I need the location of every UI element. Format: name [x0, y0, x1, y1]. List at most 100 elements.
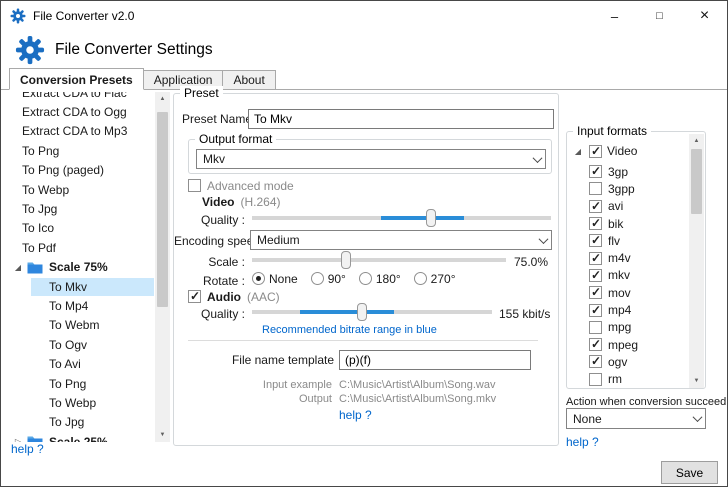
format-item-label: mov: [608, 286, 631, 300]
tree-folder-scale-25[interactable]: ▷Scale 25%: [9, 432, 154, 442]
formats-scrollbar[interactable]: ▲ ▼: [689, 134, 704, 388]
format-item-ogv[interactable]: ogv: [567, 353, 690, 370]
minimize-button[interactable]: –: [592, 1, 637, 31]
format-item-m4v[interactable]: m4v: [567, 249, 690, 266]
tree-item-to-pdf[interactable]: To Pdf: [9, 238, 154, 257]
tree-item-label: To Avi: [31, 355, 154, 373]
format-checkbox[interactable]: [589, 304, 602, 317]
format-item-mpg[interactable]: mpg: [567, 319, 690, 336]
audio-quality-slider[interactable]: [252, 303, 492, 321]
format-checkbox[interactable]: [589, 269, 602, 282]
format-item-mkv[interactable]: mkv: [567, 267, 690, 284]
format-item-label: mpeg: [608, 338, 638, 352]
scroll-down-icon[interactable]: ▼: [689, 374, 704, 388]
scrollbar-thumb[interactable]: [691, 149, 702, 214]
tab-conversion-presets[interactable]: Conversion Presets: [9, 68, 144, 90]
format-checkbox[interactable]: [589, 182, 602, 195]
format-checkbox[interactable]: [589, 286, 602, 299]
preset-help-link[interactable]: help ?: [339, 408, 372, 422]
format-item-mp4[interactable]: mp4: [567, 301, 690, 318]
format-root-video[interactable]: ◢ Video: [572, 144, 637, 158]
slider-thumb[interactable]: [426, 209, 436, 227]
radio-icon[interactable]: [311, 272, 324, 285]
tab-about[interactable]: About: [222, 70, 275, 90]
tree-item-to-ogv[interactable]: To Ogv: [9, 335, 154, 354]
tree-item-extract-cda-to-mp3[interactable]: Extract CDA to Mp3: [9, 122, 154, 141]
tree-item-to-jpg[interactable]: To Jpg: [9, 413, 154, 432]
slider-thumb[interactable]: [341, 251, 351, 269]
radio-icon[interactable]: [414, 272, 427, 285]
advanced-mode-row[interactable]: Advanced mode: [188, 178, 294, 193]
format-checkbox[interactable]: [589, 200, 602, 213]
scrollbar-thumb[interactable]: [157, 112, 168, 307]
scale-slider[interactable]: [252, 251, 506, 269]
tree-item-to-png[interactable]: To Png: [9, 374, 154, 393]
tree-item-to-webp[interactable]: To Webp: [9, 393, 154, 412]
expander-expanded-icon[interactable]: ◢: [572, 147, 584, 156]
tree-item-to-webp[interactable]: To Webp: [9, 180, 154, 199]
tree-item-to-png-paged[interactable]: To Png (paged): [9, 161, 154, 180]
close-button[interactable]: ×: [682, 1, 727, 31]
maximize-button[interactable]: □: [637, 1, 682, 31]
tree-item-to-webm[interactable]: To Webm: [9, 316, 154, 335]
audio-checkbox[interactable]: [188, 290, 201, 303]
slider-track[interactable]: [252, 258, 506, 262]
format-item-bik[interactable]: bik: [567, 215, 690, 232]
advanced-mode-checkbox[interactable]: [188, 179, 201, 192]
format-checkbox[interactable]: [589, 321, 602, 334]
tree-item-to-mkv[interactable]: To Mkv: [9, 277, 154, 296]
format-item-3gpp[interactable]: 3gpp: [567, 180, 690, 197]
tree-item-extract-cda-to-ogg[interactable]: Extract CDA to Ogg: [9, 102, 154, 121]
rotate-option-180[interactable]: 180°: [359, 272, 401, 286]
tree-item-to-ico[interactable]: To Ico: [9, 219, 154, 238]
rotate-option-none[interactable]: None: [252, 272, 298, 286]
rotate-option-270[interactable]: 270°: [414, 272, 456, 286]
tree-item-to-mp4[interactable]: To Mp4: [9, 296, 154, 315]
format-checkbox[interactable]: [589, 338, 602, 351]
rotate-option-label: 90°: [328, 272, 346, 286]
format-item-rm[interactable]: rm: [567, 371, 690, 387]
video-formats-checkbox[interactable]: [589, 145, 602, 158]
slider-thumb[interactable]: [357, 303, 367, 321]
format-item-3gp[interactable]: 3gp: [567, 163, 690, 180]
tree-item-label: To Webp: [31, 394, 154, 412]
file-name-template-input[interactable]: [339, 350, 531, 370]
tree-folder-scale-75[interactable]: ◢Scale 75%: [9, 258, 154, 277]
format-checkbox[interactable]: [589, 252, 602, 265]
slider-recommended-range: [300, 310, 394, 314]
save-button[interactable]: Save: [661, 461, 718, 484]
tree-item-to-avi[interactable]: To Avi: [9, 354, 154, 373]
expander-expanded-icon[interactable]: ◢: [12, 263, 24, 272]
audio-section-row[interactable]: Audio (AAC): [188, 289, 280, 304]
format-item-flv[interactable]: flv: [567, 232, 690, 249]
scroll-up-icon[interactable]: ▲: [689, 134, 704, 148]
sidebar-help-link[interactable]: help ?: [11, 442, 44, 456]
format-checkbox[interactable]: [589, 234, 602, 247]
preset-tree: Extract CDA to FlacExtract CDA to OggExt…: [9, 92, 154, 442]
encoding-speed-select[interactable]: Medium: [250, 230, 552, 250]
format-item-avi[interactable]: avi: [567, 198, 690, 215]
video-quality-slider[interactable]: [252, 209, 551, 227]
radio-icon[interactable]: [252, 272, 265, 285]
format-checkbox[interactable]: [589, 355, 602, 368]
radio-icon[interactable]: [359, 272, 372, 285]
scroll-up-icon[interactable]: ▲: [155, 92, 170, 106]
action-help-link[interactable]: help ?: [566, 435, 599, 449]
format-item-mpeg[interactable]: mpeg: [567, 336, 690, 353]
preset-name-input[interactable]: [248, 109, 554, 129]
action-select[interactable]: None: [566, 408, 706, 429]
tree-item-extract-cda-to-flac[interactable]: Extract CDA to Flac: [9, 92, 154, 102]
output-format-select[interactable]: Mkv: [196, 149, 546, 169]
rotate-option-label: 180°: [376, 272, 401, 286]
tree-item-to-png[interactable]: To Png: [9, 141, 154, 160]
format-item-mov[interactable]: mov: [567, 284, 690, 301]
tree-item-label: Extract CDA to Mp3: [19, 122, 154, 140]
rotate-option-90[interactable]: 90°: [311, 272, 346, 286]
sidebar-scrollbar[interactable]: ▲ ▼: [155, 92, 170, 442]
format-checkbox[interactable]: [589, 217, 602, 230]
tree-item-to-jpg[interactable]: To Jpg: [9, 199, 154, 218]
scroll-down-icon[interactable]: ▼: [155, 428, 170, 442]
format-checkbox[interactable]: [589, 165, 602, 178]
output-format-groupbox: Output format Mkv: [188, 139, 552, 174]
format-checkbox[interactable]: [589, 373, 602, 386]
